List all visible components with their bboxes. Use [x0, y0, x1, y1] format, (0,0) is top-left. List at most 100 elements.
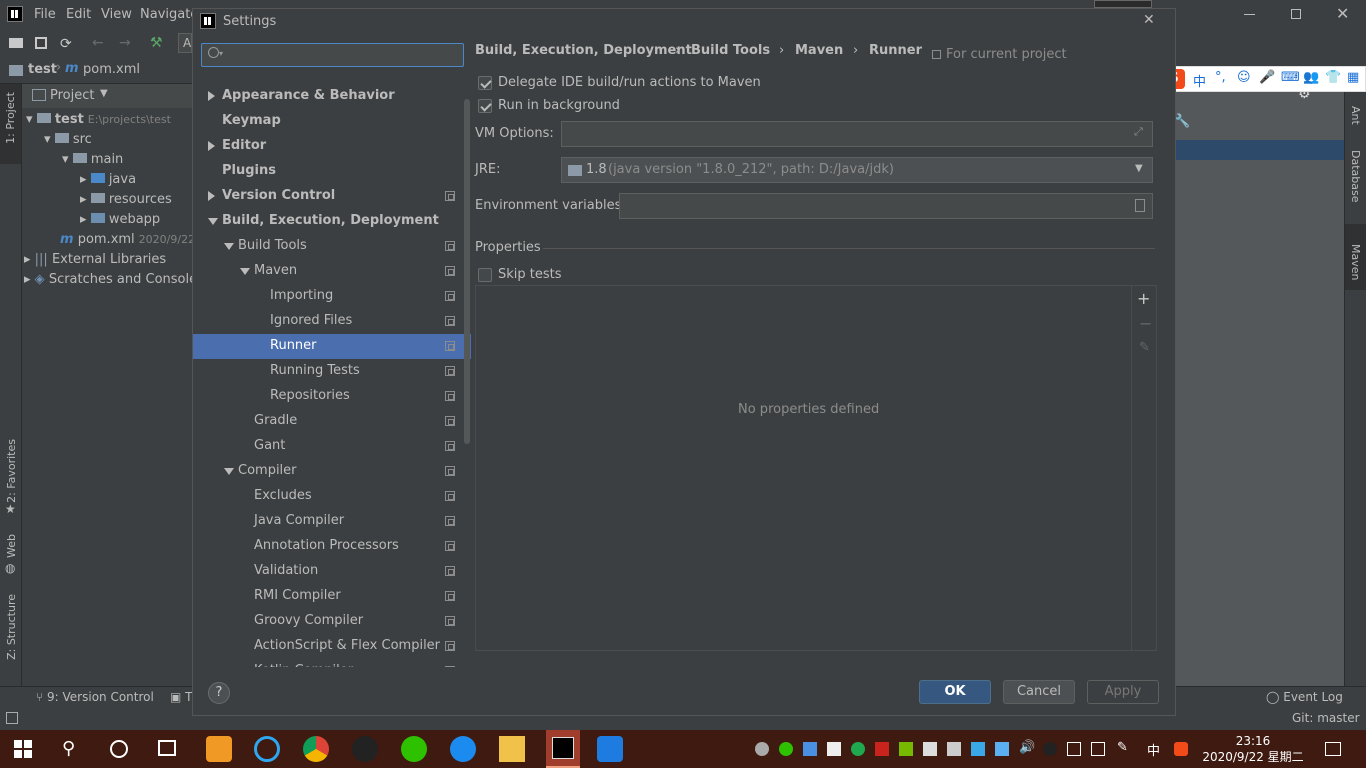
tray-pen-icon[interactable]: ✎ [1117, 740, 1131, 755]
emoji-icon[interactable]: ☺ [1237, 70, 1251, 85]
expand-icon[interactable]: ⤢ [1134, 125, 1143, 139]
task-view-icon[interactable] [158, 740, 176, 756]
remove-icon[interactable]: − [1139, 314, 1152, 333]
settings-tree-item[interactable]: Build, Execution, Deployment [193, 209, 463, 234]
save-icon[interactable] [35, 37, 47, 49]
tray-flash-icon[interactable] [875, 742, 889, 756]
game-app-icon[interactable] [352, 736, 378, 762]
tray-video-icon[interactable] [971, 742, 985, 756]
chevron-down-icon[interactable] [208, 218, 218, 225]
wrench-icon[interactable]: 🔧 [1174, 114, 1190, 129]
settings-tree-item[interactable]: Excludes [193, 484, 463, 509]
close-window-icon[interactable]: ✕ [1336, 4, 1349, 23]
tree-row[interactable]: ▸ resources [80, 192, 172, 207]
tray-window-icon[interactable] [947, 742, 961, 756]
tree-row[interactable]: ▸ java [80, 172, 136, 187]
restore-icon[interactable] [1291, 9, 1301, 19]
chevron-right-icon[interactable] [208, 91, 215, 101]
settings-tree-item[interactable]: Compiler [193, 459, 463, 484]
breadcrumb-item[interactable]: Build Tools [691, 43, 770, 58]
env-input[interactable] [619, 193, 1153, 219]
search-field[interactable] [230, 46, 458, 64]
git-branch[interactable]: Git: master [1292, 711, 1360, 725]
tree-scrollbar[interactable] [464, 99, 470, 444]
tray-wechat-icon[interactable] [779, 742, 793, 756]
tray-laptop-icon[interactable] [1067, 742, 1081, 756]
settings-tree-item[interactable]: Appearance & Behavior [193, 84, 463, 109]
edit-env-icon[interactable] [1135, 199, 1145, 212]
chevron-down-icon[interactable] [240, 268, 250, 275]
database-tab[interactable]: Database [1349, 150, 1362, 203]
structure-tab[interactable]: Z: Structure [5, 594, 18, 660]
grid-icon[interactable]: ▦ [1347, 70, 1359, 85]
intellij-taskbar-icon[interactable] [546, 730, 580, 768]
sublime-icon[interactable] [206, 736, 232, 762]
ime-chinese-icon[interactable]: 中 [1193, 71, 1206, 90]
cancel-button[interactable]: Cancel [1003, 680, 1075, 704]
chrome-icon[interactable] [303, 736, 329, 762]
nav-project[interactable]: test [28, 62, 57, 77]
version-control-tab[interactable]: ⑂ 9: Version Control [36, 690, 154, 704]
search-icon[interactable]: ⚲ [62, 738, 88, 764]
punctuation-icon[interactable]: °, [1215, 70, 1226, 85]
user-icon[interactable]: 👥 [1303, 70, 1319, 85]
file-explorer-icon[interactable] [499, 736, 525, 762]
terminal-tab[interactable]: ▣ T [170, 690, 193, 704]
back-icon[interactable]: ← [92, 35, 104, 51]
settings-tree-item[interactable]: Validation [193, 559, 463, 584]
settings-tree-item[interactable]: Java Compiler [193, 509, 463, 534]
breadcrumb-item[interactable]: Build, Execution, Deployment [475, 43, 692, 58]
settings-tree-item[interactable]: Plugins [193, 159, 463, 184]
nav-file[interactable]: pom.xml [83, 62, 140, 77]
settings-tree-item[interactable]: Groovy Compiler [193, 609, 463, 634]
tray-qq-icon[interactable] [1043, 742, 1057, 756]
favorites-tab[interactable]: 2: Favorites [5, 439, 18, 503]
ant-tab[interactable]: Ant [1349, 106, 1362, 125]
settings-tree-item[interactable]: Maven [193, 259, 463, 284]
edit-icon[interactable]: ✎ [1139, 340, 1150, 355]
delegate-label[interactable]: Delegate IDE build/run actions to Maven [498, 75, 761, 90]
settings-tree-item[interactable]: Ignored Files [193, 309, 463, 334]
taskbar-clock[interactable]: 23:16 2020/9/22 星期二 [1198, 733, 1308, 765]
tray-nvidia-icon[interactable] [899, 742, 913, 756]
sync-icon[interactable]: ⟳ [60, 36, 72, 52]
background-checkbox[interactable] [478, 99, 492, 113]
maven-tool-tab[interactable]: Maven [1345, 224, 1366, 290]
wechat-icon[interactable] [401, 736, 427, 762]
dropdown-icon[interactable]: ▼ [100, 88, 108, 99]
start-windows-icon[interactable] [14, 740, 32, 758]
settings-tree-item[interactable]: Running Tests [193, 359, 463, 384]
vm-options-input[interactable]: ⤢ [561, 121, 1153, 147]
settings-search-input[interactable]: ▾ [201, 43, 464, 67]
settings-tree-item[interactable]: Build Tools [193, 234, 463, 259]
delegate-checkbox[interactable] [478, 76, 492, 90]
menu-view[interactable]: View [101, 7, 132, 22]
jre-select[interactable]: 1.8 (java version "1.8.0_212", path: D:/… [561, 157, 1153, 183]
settings-tree-item[interactable]: Annotation Processors [193, 534, 463, 559]
tree-row[interactable]: ▸ webapp [80, 212, 160, 227]
tray-shield-icon[interactable] [827, 742, 841, 756]
web-tab[interactable]: Web [5, 534, 18, 558]
tree-row[interactable]: m pom.xml 2020/9/22 [60, 232, 195, 247]
project-tool-tab[interactable]: 1: Project [0, 84, 21, 164]
tree-row[interactable]: ▾ test E:\projects\test [26, 112, 171, 127]
add-icon[interactable]: + [1137, 289, 1150, 308]
settings-tree-item[interactable]: Runner [193, 334, 471, 359]
settings-tree-item[interactable]: Version Control [193, 184, 463, 209]
skin-icon[interactable]: 👕 [1325, 70, 1341, 85]
forward-icon[interactable]: → [119, 35, 131, 51]
menu-file[interactable]: File [34, 7, 56, 22]
tray-security-icon[interactable] [851, 742, 865, 756]
colorful-app-icon[interactable] [254, 736, 280, 762]
settings-tree-item[interactable]: ActionScript & Flex Compiler [193, 634, 463, 659]
breadcrumb-item[interactable]: Maven [795, 43, 843, 58]
wps-icon[interactable] [597, 736, 623, 762]
settings-tree-item[interactable]: RMI Compiler [193, 584, 463, 609]
chevron-right-icon[interactable] [208, 141, 215, 151]
settings-tree-item[interactable]: Importing [193, 284, 463, 309]
chevron-down-icon[interactable]: ▼ [1135, 163, 1143, 174]
open-folder-icon[interactable] [9, 38, 23, 48]
tray-sogou-icon[interactable] [1174, 742, 1188, 756]
tray-box-icon[interactable] [803, 742, 817, 756]
chevron-right-icon[interactable] [208, 191, 215, 201]
